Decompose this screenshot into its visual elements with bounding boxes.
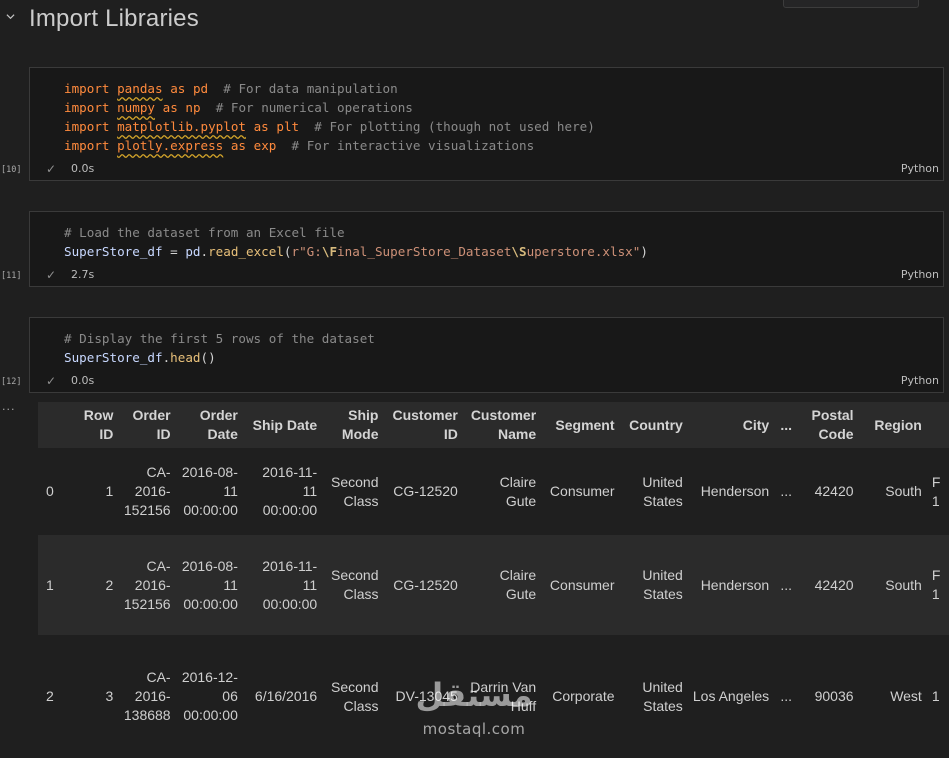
table-cell: West	[858, 635, 927, 758]
table-cell: CA-2016-152156	[118, 448, 176, 535]
language-label[interactable]: Python	[901, 374, 939, 387]
code-cell-imports[interactable]: import pandas as pd # For data manipulat…	[29, 67, 944, 181]
code-line: SuperStore_df = pd.read_excel(r"G:\Final…	[64, 244, 648, 259]
code-line: import plotly.express as exp # For inter…	[64, 138, 535, 153]
row-index: 1	[38, 535, 71, 635]
table-cell: 42420	[798, 535, 859, 635]
table-row: 0 1 CA-2016-152156 2016-08-11 00:00:00 2…	[38, 448, 949, 535]
table-cell: F 1	[926, 535, 949, 635]
column-header: Segment	[541, 402, 620, 448]
code-line: SuperStore_df.head()	[64, 350, 216, 365]
column-header: Region	[858, 402, 927, 448]
table-row: 2 3 CA-2016-138688 2016-12-06 00:00:00 6…	[38, 635, 949, 758]
table-cell: 2016-08-11 00:00:00	[175, 448, 243, 535]
table-cell: Second Class	[322, 635, 384, 758]
code-line: # Load the dataset from an Excel file	[64, 225, 345, 240]
cell-status-bar: ✓ 2.7s Python	[30, 264, 943, 286]
code-cell-head[interactable]: # Display the first 5 rows of the datase…	[29, 317, 944, 393]
code-cell-load[interactable]: # Load the dataset from an Excel file Sup…	[29, 211, 944, 287]
code-editor[interactable]: # Display the first 5 rows of the datase…	[64, 329, 375, 367]
code-line: import numpy as np # For numerical opera…	[64, 100, 413, 115]
table-cell: 2016-08-11 00:00:00	[175, 535, 243, 635]
table-row: 1 2 CA-2016-152156 2016-08-11 00:00:00 2…	[38, 535, 949, 635]
column-header: Country	[619, 402, 688, 448]
table-cell: United States	[619, 535, 688, 635]
table-cell: Darrin Van Huff	[462, 635, 542, 758]
table-cell: CG-12520	[383, 535, 463, 635]
table-cell: United States	[619, 635, 688, 758]
table-cell: 2	[70, 535, 119, 635]
output-more-actions[interactable]: ...	[2, 400, 16, 413]
table-cell: 6/16/2016	[242, 635, 323, 758]
cell-status-bar: ✓ 0.0s Python	[30, 158, 943, 180]
table-cell: Second Class	[322, 535, 384, 635]
chevron-down-icon[interactable]	[6, 12, 15, 21]
exec-count: [12]	[1, 377, 22, 387]
table-cell: ...	[774, 535, 799, 635]
exec-count: [10]	[1, 165, 22, 175]
column-header: Postal Code	[798, 402, 859, 448]
column-header: City	[687, 402, 775, 448]
table-cell: South	[858, 448, 927, 535]
column-header: Ship Date	[242, 402, 323, 448]
column-header: Customer Name	[462, 402, 542, 448]
table-cell: 90036	[798, 635, 859, 758]
language-label[interactable]: Python	[901, 268, 939, 281]
execution-time: 2.7s	[71, 268, 95, 281]
table-cell: South	[858, 535, 927, 635]
code-editor[interactable]: import pandas as pd # For data manipulat…	[64, 79, 595, 155]
row-index: 0	[38, 448, 71, 535]
table-cell: Claire Gute	[462, 535, 542, 635]
table-cell: ...	[774, 635, 799, 758]
table-cell: United States	[619, 448, 688, 535]
row-index: 2	[38, 635, 71, 758]
execution-time: 0.0s	[71, 162, 95, 175]
column-header: Ship Mode	[322, 402, 384, 448]
table-cell: Consumer	[541, 448, 620, 535]
column-header	[38, 402, 71, 448]
table-cell: 1	[926, 635, 949, 758]
table-cell: 1	[70, 448, 119, 535]
table-cell: Consumer	[541, 535, 620, 635]
table-cell: Henderson	[687, 448, 775, 535]
table-cell: 3	[70, 635, 119, 758]
column-header	[926, 402, 949, 448]
check-icon: ✓	[46, 374, 57, 388]
exec-count: [11]	[1, 271, 22, 281]
section-title: Import Libraries	[29, 5, 199, 32]
column-header: Row ID	[70, 402, 119, 448]
table-cell: Claire Gute	[462, 448, 542, 535]
cell-status-bar: ✓ 0.0s Python	[30, 370, 943, 392]
table-cell: CA-2016-138688	[118, 635, 176, 758]
code-line: import matplotlib.pyplot as plt # For pl…	[64, 119, 595, 134]
check-icon: ✓	[46, 268, 57, 282]
code-editor[interactable]: # Load the dataset from an Excel file Sup…	[64, 223, 648, 261]
table-header-row: Row ID Order ID Order Date Ship Date Shi…	[38, 402, 949, 448]
table-cell: CA-2016-152156	[118, 535, 176, 635]
check-icon: ✓	[46, 162, 57, 176]
table-cell: 2016-11-11 00:00:00	[242, 448, 323, 535]
execution-time: 0.0s	[71, 374, 95, 387]
table-cell: CG-12520	[383, 448, 463, 535]
table-cell: Corporate	[541, 635, 620, 758]
table-cell: Henderson	[687, 535, 775, 635]
table-cell: F 1	[926, 448, 949, 535]
table-cell: Los Angeles	[687, 635, 775, 758]
table-cell: 2016-11-11 00:00:00	[242, 535, 323, 635]
table-cell: DV-13045	[383, 635, 463, 758]
code-line: import pandas as pd # For data manipulat…	[64, 81, 398, 96]
dataframe-output-table: Row ID Order ID Order Date Ship Date Shi…	[38, 402, 949, 758]
table-cell: 42420	[798, 448, 859, 535]
column-header: Order ID	[118, 402, 176, 448]
language-label[interactable]: Python	[901, 162, 939, 175]
section-header[interactable]: Import Libraries	[0, 0, 949, 40]
table-cell: ...	[774, 448, 799, 535]
code-line: # Display the first 5 rows of the datase…	[64, 331, 375, 346]
table-cell: 2016-12-06 00:00:00	[175, 635, 243, 758]
table-cell: Second Class	[322, 448, 384, 535]
column-header: ...	[774, 402, 799, 448]
column-header: Order Date	[175, 402, 243, 448]
column-header: Customer ID	[383, 402, 463, 448]
